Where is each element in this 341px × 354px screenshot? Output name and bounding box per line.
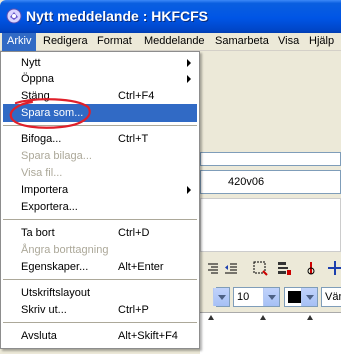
red-annotation-circle <box>9 98 91 129</box>
menu-item-ta-bort[interactable]: Ta bort Ctrl+D <box>3 224 197 242</box>
menu-item-spara-bilaga: Spara bilaga... <box>21 150 92 162</box>
submenu-arrow-icon <box>187 59 191 67</box>
ruler[interactable] <box>200 312 341 326</box>
menu-item-utskriftslayout[interactable]: Utskriftslayout <box>3 284 197 302</box>
submenu-arrow-icon <box>187 186 191 194</box>
menu-item-angra-borttagning: Ångra borttagning <box>21 244 109 256</box>
table-select-icon[interactable] <box>251 259 269 277</box>
menu-bar: Arkiv Redigera Format Meddelande Samarbe… <box>0 33 341 51</box>
font-style-select[interactable] <box>213 287 230 307</box>
menu-item-avsluta[interactable]: Avsluta Alt+Skift+F4 <box>3 327 197 345</box>
menu-item-egenskaper[interactable]: Egenskaper... Alt+Enter <box>3 258 197 276</box>
header-area <box>200 198 341 252</box>
font-color-select[interactable] <box>284 287 318 307</box>
submenu-arrow-icon <box>187 75 191 83</box>
menu-item-skriv-ut[interactable]: Skriv ut... Ctrl+P <box>3 301 197 319</box>
menu-item-oppna[interactable]: Öppna <box>3 70 197 88</box>
outdent-icon[interactable] <box>222 259 240 277</box>
font-size-value: 10 <box>237 291 250 303</box>
link-icon[interactable] <box>302 259 320 277</box>
menu-separator <box>3 219 197 220</box>
menu-item-visa-fil: Visa fil... <box>21 167 63 179</box>
menu-hjalp[interactable]: Hjälp <box>304 33 339 51</box>
more-tools-icon[interactable] <box>326 259 341 277</box>
font-name-select[interactable]: Vän <box>321 287 341 307</box>
title-bar[interactable]: Nytt meddelande : HKFCFS <box>0 0 341 33</box>
menu-item-exportera[interactable]: Exportera... <box>3 198 197 216</box>
file-menu-dropdown: Nytt Öppna Stäng Ctrl+F4 Spara som... Bi… <box>0 51 200 349</box>
align-right-icon[interactable] <box>204 259 222 277</box>
menu-visa[interactable]: Visa <box>273 33 304 51</box>
insert-object-icon[interactable] <box>275 259 293 277</box>
menu-redigera[interactable]: Redigera <box>38 33 93 51</box>
header-field-2[interactable]: 420v06 <box>200 170 341 194</box>
menu-meddelande[interactable]: Meddelande <box>139 33 210 51</box>
header-field-text: 420v06 <box>228 176 265 188</box>
font-name-value: Vän <box>325 291 341 303</box>
mail-app-icon <box>6 8 22 24</box>
menu-format[interactable]: Format <box>92 33 137 51</box>
window-title: Nytt meddelande : HKFCFS <box>26 8 209 24</box>
menu-arkiv[interactable]: Arkiv <box>2 33 37 51</box>
menu-item-importera[interactable]: Importera <box>3 181 197 199</box>
font-size-select[interactable]: 10 <box>233 287 280 307</box>
color-swatch <box>288 291 301 303</box>
header-field-1[interactable] <box>200 152 341 166</box>
menu-separator <box>3 279 197 280</box>
message-body[interactable] <box>200 326 341 354</box>
menu-samarbeta[interactable]: Samarbeta <box>210 33 274 51</box>
menu-item-bifoga[interactable]: Bifoga... Ctrl+T <box>3 130 197 148</box>
menu-separator <box>3 322 197 323</box>
